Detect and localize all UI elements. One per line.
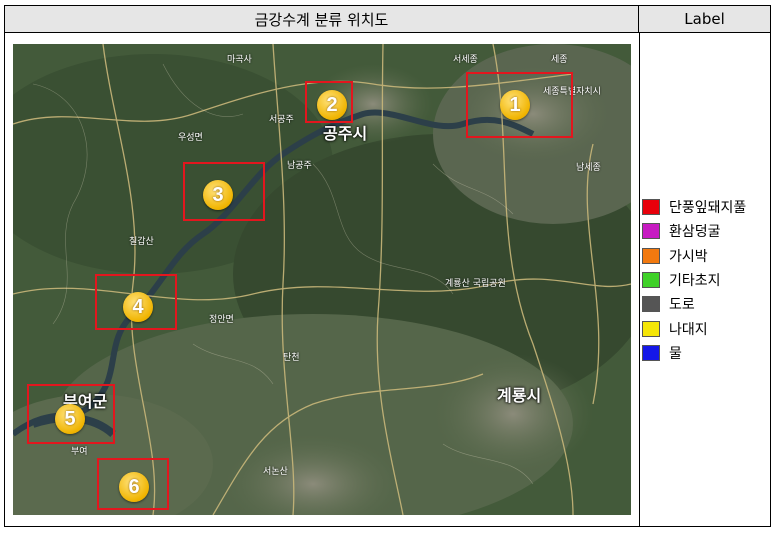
place-label: 탄천 bbox=[283, 353, 300, 363]
legend-swatch bbox=[642, 320, 660, 337]
place-label: 세종 bbox=[551, 55, 568, 65]
legend-item: 물 bbox=[642, 341, 770, 365]
place-label: 서논산 bbox=[263, 467, 288, 477]
place-label: 마곡사 bbox=[227, 55, 252, 65]
roi-marker-6: 6 bbox=[119, 472, 149, 502]
place-label: 칠갑산 bbox=[129, 237, 154, 247]
legend-item: 가시박 bbox=[642, 244, 770, 268]
place-label: 남세종 bbox=[576, 163, 601, 173]
place-label: 계룡산 국립공원 bbox=[445, 279, 506, 289]
legend-swatch bbox=[642, 223, 660, 240]
column-divider bbox=[639, 33, 640, 526]
legend-item: 환삼덩굴 bbox=[642, 219, 770, 243]
legend-swatch bbox=[642, 344, 660, 361]
roi-marker-4: 4 bbox=[123, 292, 153, 322]
legend-label: 환삼덩굴 bbox=[669, 224, 721, 241]
place-label: 부여 bbox=[71, 447, 88, 457]
label-column-header: Label bbox=[639, 6, 770, 33]
legend-label: 나대지 bbox=[669, 321, 708, 338]
legend-swatch bbox=[642, 199, 660, 216]
place-label: 서세종 bbox=[453, 55, 478, 65]
roi-marker-3: 3 bbox=[203, 180, 233, 210]
legend-item: 나대지 bbox=[642, 316, 770, 340]
map-column-header: 금강수계 분류 위치도 bbox=[5, 6, 639, 33]
place-label: 정안면 bbox=[209, 315, 234, 325]
roi-marker-2: 2 bbox=[317, 90, 347, 120]
legend-label: 가시박 bbox=[669, 248, 708, 265]
legend-item: 단풍잎돼지풀 bbox=[642, 195, 770, 219]
legend-swatch bbox=[642, 272, 660, 289]
legend-swatch bbox=[642, 296, 660, 313]
legend-label: 단풍잎돼지풀 bbox=[669, 200, 747, 217]
place-label: 남공주 bbox=[287, 161, 312, 171]
satellite-map: 공주시 계룡시 부여군 마곡사 서세종 세종 세종특별자치시 남세종 우성면 서… bbox=[13, 44, 631, 515]
place-label: 우성면 bbox=[178, 133, 203, 143]
legend-swatch bbox=[642, 247, 660, 264]
legend-label: 기타초지 bbox=[669, 273, 721, 290]
legend-label: 도로 bbox=[669, 297, 695, 314]
city-label-gongju: 공주시 bbox=[323, 124, 368, 143]
legend-item: 기타초지 bbox=[642, 268, 770, 292]
city-label-gyeryong: 계룡시 bbox=[497, 386, 542, 405]
legend-item: 도로 bbox=[642, 292, 770, 316]
roi-marker-5: 5 bbox=[55, 404, 85, 434]
place-label: 서공주 bbox=[269, 115, 294, 125]
legend-label: 물 bbox=[669, 345, 682, 362]
class-legend: 단풍잎돼지풀환삼덩굴가시박기타초지도로나대지물 bbox=[642, 195, 770, 365]
roi-marker-1: 1 bbox=[500, 90, 530, 120]
